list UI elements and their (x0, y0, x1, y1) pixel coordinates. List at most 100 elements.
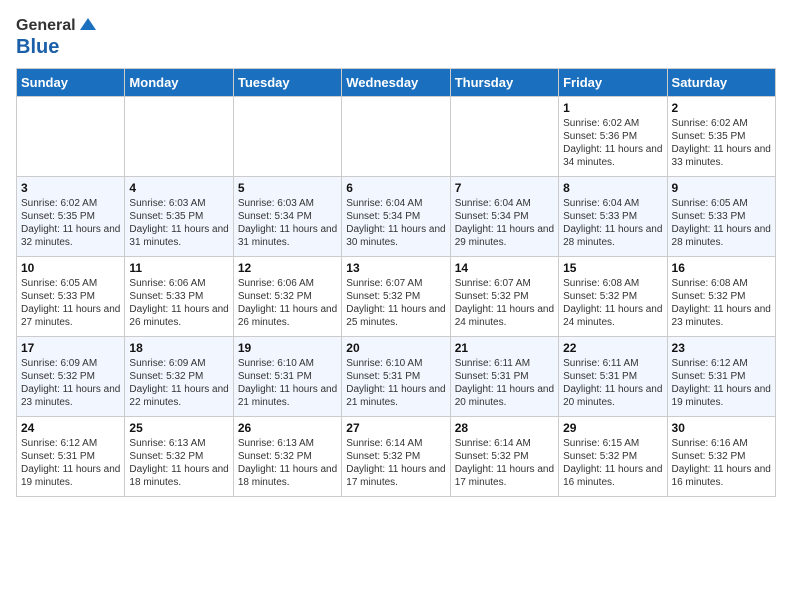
day-info: Sunrise: 6:04 AM Sunset: 5:34 PM Dayligh… (346, 197, 445, 249)
day-number: 9 (672, 181, 771, 195)
day-number: 15 (563, 261, 662, 275)
day-info: Sunrise: 6:07 AM Sunset: 5:32 PM Dayligh… (346, 277, 445, 329)
day-of-week-header: Tuesday (233, 69, 341, 97)
page-header: General Blue (16, 16, 776, 58)
calendar-table: SundayMondayTuesdayWednesdayThursdayFrid… (16, 68, 776, 497)
day-of-week-header: Friday (559, 69, 667, 97)
day-number: 24 (21, 421, 120, 435)
day-info: Sunrise: 6:14 AM Sunset: 5:32 PM Dayligh… (455, 437, 554, 489)
calendar-week-row: 3 Sunrise: 6:02 AM Sunset: 5:35 PM Daylig… (17, 177, 776, 257)
calendar-cell: 21 Sunrise: 6:11 AM Sunset: 5:31 PM Dayli… (450, 337, 558, 417)
day-info: Sunrise: 6:08 AM Sunset: 5:32 PM Dayligh… (563, 277, 662, 329)
calendar-cell: 16 Sunrise: 6:08 AM Sunset: 5:32 PM Dayli… (667, 257, 775, 337)
calendar-cell: 6 Sunrise: 6:04 AM Sunset: 5:34 PM Daylig… (342, 177, 450, 257)
day-info: Sunrise: 6:08 AM Sunset: 5:32 PM Dayligh… (672, 277, 771, 329)
calendar-cell (342, 97, 450, 177)
day-info: Sunrise: 6:10 AM Sunset: 5:31 PM Dayligh… (238, 357, 337, 409)
calendar-cell: 11Sunrise: 6:06 AM Sunset: 5:33 PM Dayli… (125, 257, 233, 337)
day-info: Sunrise: 6:16 AM Sunset: 5:32 PM Dayligh… (672, 437, 771, 489)
day-number: 3 (21, 181, 120, 195)
day-number: 20 (346, 341, 445, 355)
day-number: 8 (563, 181, 662, 195)
calendar-cell: 9 Sunrise: 6:05 AM Sunset: 5:33 PM Daylig… (667, 177, 775, 257)
calendar-cell: 15 Sunrise: 6:08 AM Sunset: 5:32 PM Dayli… (559, 257, 667, 337)
logo-blue-text: Blue (16, 36, 98, 58)
day-info: Sunrise: 6:11 AM Sunset: 5:31 PM Dayligh… (455, 357, 554, 409)
calendar-week-row: 17 Sunrise: 6:09 AM Sunset: 5:32 PM Dayli… (17, 337, 776, 417)
day-number: 2 (672, 101, 771, 115)
day-number: 17 (21, 341, 120, 355)
calendar-cell: 23 Sunrise: 6:12 AM Sunset: 5:31 PM Dayli… (667, 337, 775, 417)
day-info: Sunrise: 6:09 AM Sunset: 5:32 PM Dayligh… (129, 357, 228, 409)
calendar-cell: 25 Sunrise: 6:13 AM Sunset: 5:32 PM Dayli… (125, 417, 233, 497)
day-of-week-header: Monday (125, 69, 233, 97)
day-info: Sunrise: 6:13 AM Sunset: 5:32 PM Dayligh… (238, 437, 337, 489)
day-of-week-header: Sunday (17, 69, 125, 97)
day-info: Sunrise: 6:02 AM Sunset: 5:36 PM Dayligh… (563, 117, 662, 169)
day-number: 29 (563, 421, 662, 435)
day-info: Sunrise: 6:12 AM Sunset: 5:31 PM Dayligh… (672, 357, 771, 409)
calendar-week-row: 10 Sunrise: 6:05 AM Sunset: 5:33 PM Dayli… (17, 257, 776, 337)
calendar-cell: 29 Sunrise: 6:15 AM Sunset: 5:32 PM Dayli… (559, 417, 667, 497)
day-number: 14 (455, 261, 554, 275)
day-number: 13 (346, 261, 445, 275)
day-info: Sunrise: 6:12 AM Sunset: 5:31 PM Dayligh… (21, 437, 120, 489)
calendar-cell: 22Sunrise: 6:11 AM Sunset: 5:31 PM Dayli… (559, 337, 667, 417)
day-info: Sunrise: 6:10 AM Sunset: 5:31 PM Dayligh… (346, 357, 445, 409)
day-number: 28 (455, 421, 554, 435)
day-info: Sunrise: 6:09 AM Sunset: 5:32 PM Dayligh… (21, 357, 120, 409)
day-number: 26 (238, 421, 337, 435)
calendar-cell: 20 Sunrise: 6:10 AM Sunset: 5:31 PM Dayli… (342, 337, 450, 417)
calendar-cell (233, 97, 341, 177)
calendar-cell: 5 Sunrise: 6:03 AM Sunset: 5:34 PM Daylig… (233, 177, 341, 257)
day-number: 16 (672, 261, 771, 275)
day-number: 25 (129, 421, 228, 435)
day-number: 11 (129, 261, 228, 275)
calendar-cell: 8 Sunrise: 6:04 AM Sunset: 5:33 PM Daylig… (559, 177, 667, 257)
day-number: 30 (672, 421, 771, 435)
day-number: 4 (129, 181, 228, 195)
calendar-cell: 7Sunrise: 6:04 AM Sunset: 5:34 PM Daylig… (450, 177, 558, 257)
day-info: Sunrise: 6:03 AM Sunset: 5:34 PM Dayligh… (238, 197, 337, 249)
day-info: Sunrise: 6:11 AM Sunset: 5:31 PM Dayligh… (563, 357, 662, 409)
day-info: Sunrise: 6:02 AM Sunset: 5:35 PM Dayligh… (672, 117, 771, 169)
calendar-cell: 2 Sunrise: 6:02 AM Sunset: 5:35 PM Daylig… (667, 97, 775, 177)
day-info: Sunrise: 6:04 AM Sunset: 5:33 PM Dayligh… (563, 197, 662, 249)
day-info: Sunrise: 6:04 AM Sunset: 5:34 PM Dayligh… (455, 197, 554, 249)
logo-general-text: General (16, 17, 76, 35)
logo-icon (78, 16, 98, 36)
calendar-cell: 4 Sunrise: 6:03 AM Sunset: 5:35 PM Daylig… (125, 177, 233, 257)
calendar-cell: 27Sunrise: 6:14 AM Sunset: 5:32 PM Dayli… (342, 417, 450, 497)
calendar-cell: 12 Sunrise: 6:06 AM Sunset: 5:32 PM Dayli… (233, 257, 341, 337)
calendar-week-row: 1 Sunrise: 6:02 AM Sunset: 5:36 PM Daylig… (17, 97, 776, 177)
day-info: Sunrise: 6:05 AM Sunset: 5:33 PM Dayligh… (21, 277, 120, 329)
day-info: Sunrise: 6:06 AM Sunset: 5:32 PM Dayligh… (238, 277, 337, 329)
calendar-cell (17, 97, 125, 177)
day-info: Sunrise: 6:15 AM Sunset: 5:32 PM Dayligh… (563, 437, 662, 489)
calendar-cell: 1 Sunrise: 6:02 AM Sunset: 5:36 PM Daylig… (559, 97, 667, 177)
day-of-week-header: Saturday (667, 69, 775, 97)
day-info: Sunrise: 6:02 AM Sunset: 5:35 PM Dayligh… (21, 197, 120, 249)
calendar-cell: 13 Sunrise: 6:07 AM Sunset: 5:32 PM Dayli… (342, 257, 450, 337)
day-number: 12 (238, 261, 337, 275)
day-number: 18 (129, 341, 228, 355)
calendar-cell: 10 Sunrise: 6:05 AM Sunset: 5:33 PM Dayli… (17, 257, 125, 337)
day-number: 21 (455, 341, 554, 355)
calendar-cell: 18 Sunrise: 6:09 AM Sunset: 5:32 PM Dayli… (125, 337, 233, 417)
day-number: 10 (21, 261, 120, 275)
day-info: Sunrise: 6:03 AM Sunset: 5:35 PM Dayligh… (129, 197, 228, 249)
day-info: Sunrise: 6:07 AM Sunset: 5:32 PM Dayligh… (455, 277, 554, 329)
day-number: 19 (238, 341, 337, 355)
day-number: 23 (672, 341, 771, 355)
day-number: 1 (563, 101, 662, 115)
day-number: 6 (346, 181, 445, 195)
calendar-cell (125, 97, 233, 177)
day-info: Sunrise: 6:13 AM Sunset: 5:32 PM Dayligh… (129, 437, 228, 489)
calendar-cell: 28 Sunrise: 6:14 AM Sunset: 5:32 PM Dayli… (450, 417, 558, 497)
day-of-week-header: Wednesday (342, 69, 450, 97)
calendar-week-row: 24 Sunrise: 6:12 AM Sunset: 5:31 PM Dayli… (17, 417, 776, 497)
day-number: 5 (238, 181, 337, 195)
day-info: Sunrise: 6:05 AM Sunset: 5:33 PM Dayligh… (672, 197, 771, 249)
calendar-cell: 14 Sunrise: 6:07 AM Sunset: 5:32 PM Dayli… (450, 257, 558, 337)
day-number: 27 (346, 421, 445, 435)
